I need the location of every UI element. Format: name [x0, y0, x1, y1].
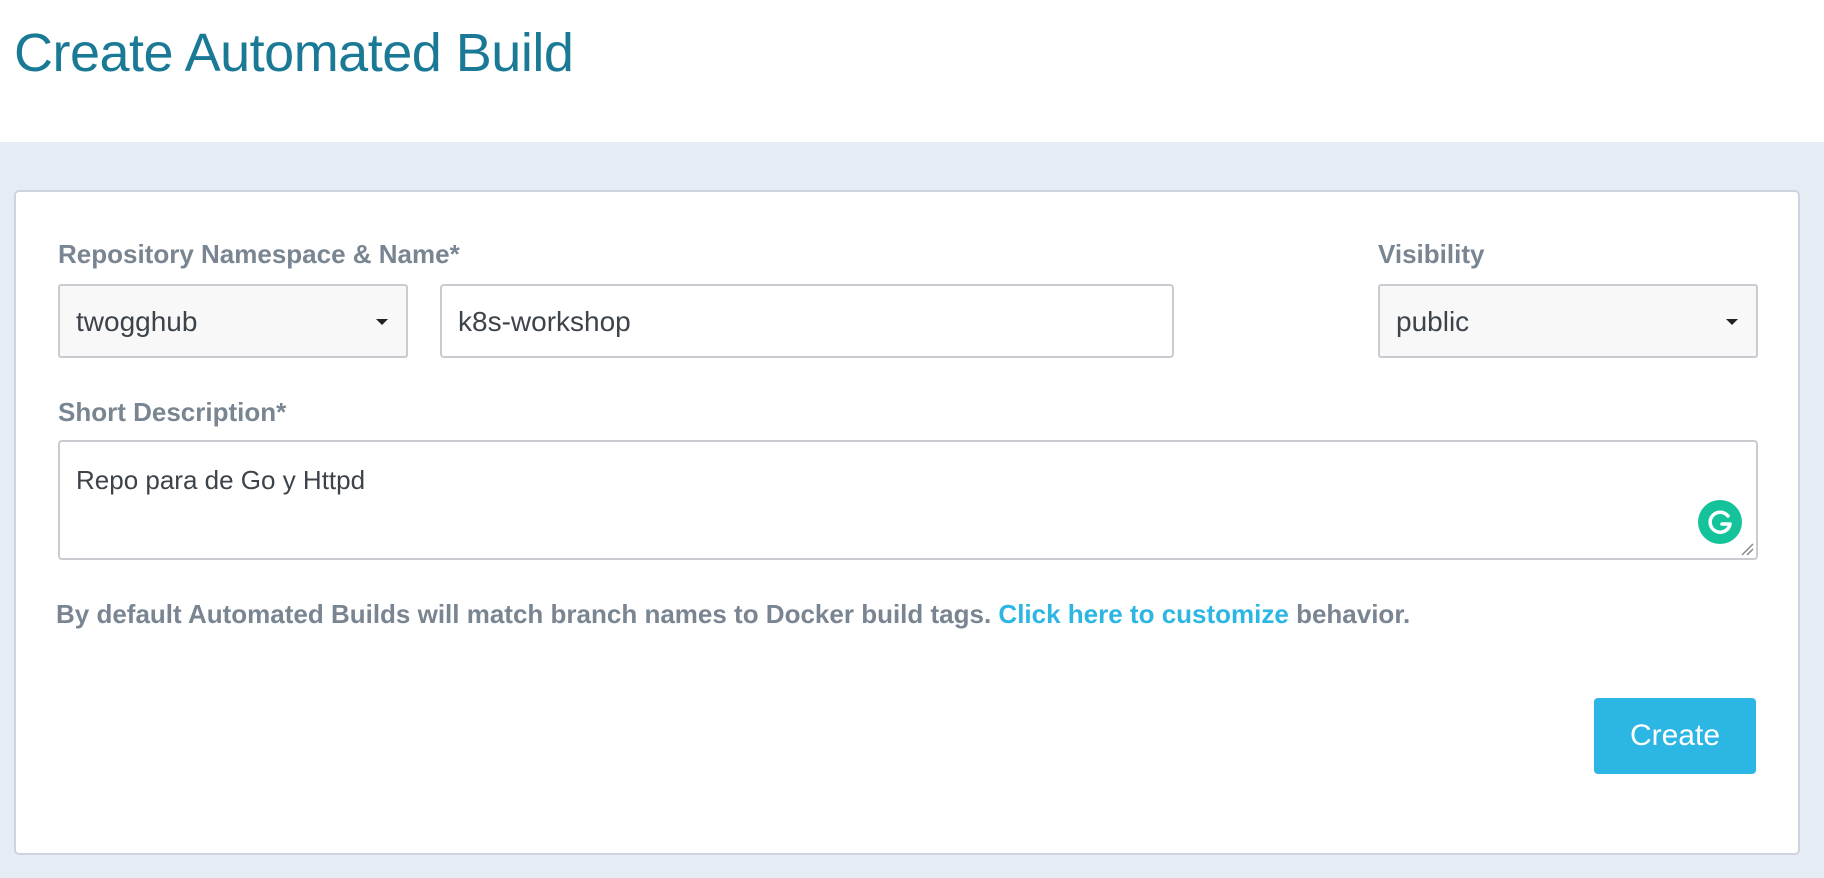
visibility-select[interactable]: public	[1378, 284, 1758, 358]
visibility-select-value: public	[1396, 306, 1470, 337]
caret-down-icon	[1726, 319, 1738, 325]
caret-down-icon	[376, 319, 388, 325]
page-title: Create Automated Build	[14, 23, 574, 83]
description-label: Short Description*	[58, 397, 287, 427]
page-header: Create Automated Build	[0, 0, 1824, 142]
customize-link[interactable]: Click here to customize	[998, 599, 1288, 629]
repo-name-label: Repository Namespace & Name*	[58, 239, 460, 269]
grammarly-icon[interactable]	[1698, 500, 1742, 544]
build-tags-help-text: By default Automated Builds will match b…	[56, 598, 1410, 630]
visibility-label: Visibility	[1378, 239, 1485, 269]
namespace-select[interactable]: twogghub	[58, 284, 408, 358]
repo-name-input[interactable]: k8s-workshop	[440, 284, 1174, 358]
namespace-select-value: twogghub	[76, 306, 198, 337]
create-build-form: Repository Namespace & Name* twogghub k8…	[14, 190, 1800, 855]
help-text-prefix: By default Automated Builds will match b…	[56, 599, 999, 629]
description-textarea[interactable]: Repo para de Go y Httpd	[58, 440, 1758, 560]
resize-handle-icon[interactable]	[1740, 542, 1754, 556]
create-button[interactable]: Create	[1594, 698, 1756, 774]
repo-name-input-value: k8s-workshop	[458, 306, 631, 337]
description-textarea-value: Repo para de Go y Httpd	[76, 465, 366, 495]
help-text-suffix: behavior.	[1288, 599, 1411, 629]
